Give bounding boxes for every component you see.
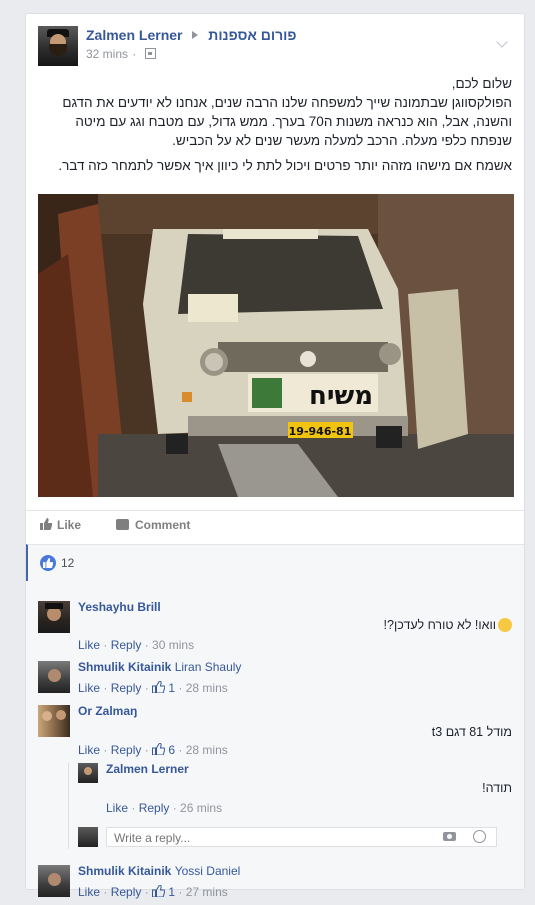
like-label: Like bbox=[57, 518, 82, 532]
commenter-name[interactable]: Yeshayhu Brill bbox=[78, 600, 161, 614]
comment-meta: Like · Reply · 30 mins bbox=[78, 638, 195, 652]
comment-meta: Like · Reply · 1 · 28 mins bbox=[78, 681, 228, 695]
commenter-name: Shmulik Kitainik Yossi Daniel bbox=[78, 864, 241, 878]
reply-text: תודה! bbox=[482, 781, 512, 795]
thumbs-up-icon bbox=[152, 885, 166, 897]
photo-sticker-text: משיח bbox=[309, 381, 373, 411]
likes-count: 12 bbox=[61, 556, 75, 570]
chevron-down-icon[interactable] bbox=[496, 36, 508, 48]
comment-time[interactable]: 27 mins bbox=[186, 885, 228, 899]
likes-summary[interactable]: 12 bbox=[26, 544, 524, 581]
comment-time[interactable]: 28 mins bbox=[186, 681, 228, 695]
arrow-right-icon bbox=[192, 31, 199, 39]
comment-label: Comment bbox=[135, 518, 191, 532]
comments-section: Yeshayhu Brill וואו! לא טורח לעדכן?! Lik… bbox=[26, 581, 524, 899]
post-body: שלום לכם, הפולקסווגן שבתמונה שייך למשפחה… bbox=[38, 74, 512, 181]
group-name-link[interactable]: פורום אספנות bbox=[208, 27, 296, 43]
post-meta: 32 mins · bbox=[86, 47, 156, 61]
comment-item: Shmulik Kitainik Yossi Daniel Like · Rep… bbox=[38, 864, 512, 905]
comment-like-link[interactable]: Like bbox=[78, 885, 100, 899]
comment-reply-link[interactable]: Reply bbox=[111, 743, 142, 757]
comment-meta: Like · Reply · 6 · 28 mins bbox=[78, 743, 228, 757]
comment-icon bbox=[116, 519, 129, 530]
comment-time[interactable]: 28 mins bbox=[186, 743, 228, 757]
comment-reply-link[interactable]: Reply bbox=[111, 681, 142, 695]
thumbs-up-icon bbox=[40, 518, 52, 530]
reply-like-link[interactable]: Like bbox=[106, 801, 128, 815]
post-card: Zalmen Lerner פורום אספנות 32 mins · שלו… bbox=[25, 13, 525, 899]
comment-like-link[interactable]: Like bbox=[78, 681, 100, 695]
comment-text: מודל 81 דגם t3 bbox=[431, 725, 512, 739]
tagged-user[interactable]: Liran Shauly bbox=[175, 660, 242, 674]
author-avatar[interactable] bbox=[38, 26, 78, 66]
camera-icon[interactable] bbox=[443, 832, 456, 841]
reply-input[interactable] bbox=[112, 830, 416, 846]
post-paragraph: הפולקסווגן שבתמונה שייך למשפחה שלנו הרבה… bbox=[62, 95, 512, 148]
reply-input-box[interactable] bbox=[106, 827, 497, 847]
comment-likes[interactable]: 1 bbox=[152, 681, 175, 695]
tagged-user[interactable]: Yossi Daniel bbox=[175, 864, 241, 878]
commenter-avatar[interactable] bbox=[38, 705, 70, 737]
photo-plate-text: 19-946-81 bbox=[289, 425, 352, 438]
comment-likes[interactable]: 1 bbox=[152, 885, 175, 899]
comment-likes[interactable]: 6 bbox=[152, 743, 175, 757]
group-privacy-icon bbox=[144, 48, 156, 59]
reply-meta: Like · Reply · 26 mins bbox=[106, 801, 223, 815]
thumbs-up-icon bbox=[152, 743, 166, 755]
comment-like-link[interactable]: Like bbox=[78, 638, 100, 652]
emoji-smile-icon[interactable] bbox=[473, 830, 486, 843]
comment-text: וואו! לא טורח לעדכן?! bbox=[384, 618, 512, 632]
comment-button[interactable]: Comment bbox=[116, 518, 190, 532]
post-header: Zalmen Lerner פורום אספנות 32 mins · bbox=[38, 26, 514, 66]
comment-time[interactable]: 30 mins bbox=[152, 638, 194, 652]
replier-avatar[interactable] bbox=[78, 763, 98, 783]
reply-reply-link[interactable]: Reply bbox=[139, 801, 170, 815]
commenter-name[interactable]: Or Zalmaŋ bbox=[78, 704, 137, 718]
author-name-link[interactable]: Zalmen Lerner bbox=[86, 27, 182, 43]
post-paragraph: אשמח אם מישהו מזהה יותר פרטים ויכול לתת … bbox=[58, 158, 512, 173]
reply-item: Zalmen Lerner תודה! Like · Reply · 26 mi… bbox=[78, 762, 512, 815]
reply-time[interactable]: 26 mins bbox=[180, 801, 222, 815]
comment-item: Or Zalmaŋ מודל 81 דגם t3 Like · Reply · … bbox=[38, 704, 512, 757]
comment-item: Shmulik Kitainik Liran Shauly Like · Rep… bbox=[38, 660, 512, 701]
comment-item: Yeshayhu Brill וואו! לא טורח לעדכן?! Lik… bbox=[38, 600, 512, 652]
comment-reply-link[interactable]: Reply bbox=[111, 638, 142, 652]
comment-meta: Like · Reply · 1 · 27 mins bbox=[78, 885, 228, 899]
commenter-name: Shmulik Kitainik Liran Shauly bbox=[78, 660, 242, 674]
post-photo[interactable]: משיח 19-946-81 bbox=[38, 194, 514, 497]
commenter-avatar[interactable] bbox=[38, 865, 70, 897]
wink-emoji-icon bbox=[498, 618, 512, 632]
commenter-avatar[interactable] bbox=[38, 601, 70, 633]
comment-like-link[interactable]: Like bbox=[78, 743, 100, 757]
van-photo-image: משיח 19-946-81 bbox=[38, 194, 514, 497]
post-paragraph: שלום לכם, bbox=[451, 76, 512, 91]
like-reaction-icon bbox=[40, 555, 56, 571]
thumbs-up-icon bbox=[152, 681, 166, 693]
post-time[interactable]: 32 mins bbox=[86, 47, 128, 61]
commenter-avatar[interactable] bbox=[38, 661, 70, 693]
like-button[interactable]: Like bbox=[40, 518, 81, 532]
poster-line: Zalmen Lerner פורום אספנות bbox=[86, 27, 297, 43]
replier-name[interactable]: Zalmen Lerner bbox=[106, 762, 189, 776]
comment-reply-link[interactable]: Reply bbox=[111, 885, 142, 899]
post-actions: Like Comment bbox=[26, 510, 524, 541]
reply-thread-line bbox=[68, 763, 69, 849]
current-user-avatar bbox=[78, 827, 98, 847]
